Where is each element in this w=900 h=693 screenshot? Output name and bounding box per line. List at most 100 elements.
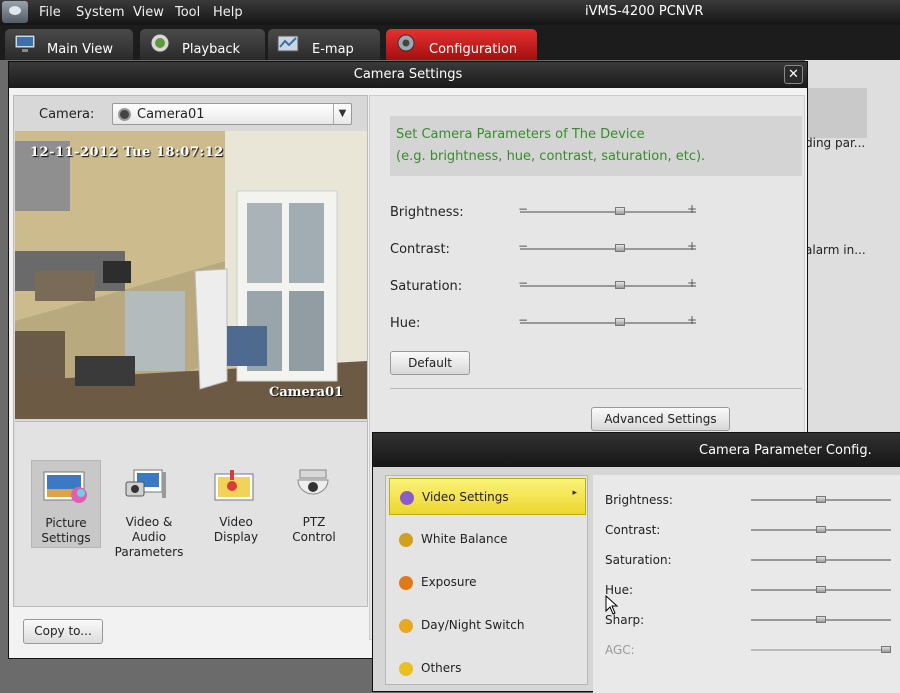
picture-settings-icon bbox=[43, 471, 87, 503]
monitor-icon bbox=[14, 34, 36, 52]
menu-tool[interactable]: Tool bbox=[175, 5, 200, 20]
slider-thumb[interactable] bbox=[816, 616, 826, 623]
tab-label: Configuration bbox=[429, 42, 518, 57]
slider-label: Sharp: bbox=[605, 613, 645, 627]
tab-playback[interactable]: Playback bbox=[140, 29, 265, 60]
slider-thumb[interactable] bbox=[816, 586, 826, 593]
dialog-titlebar: Camera Settings ✕ bbox=[9, 62, 807, 88]
slider-thumb[interactable] bbox=[615, 244, 625, 252]
icon-label: Picture Settings bbox=[41, 516, 91, 545]
app-logo-icon bbox=[2, 1, 28, 23]
icon-label: PTZ Control bbox=[292, 515, 336, 544]
camera-label: Camera: bbox=[39, 107, 95, 122]
hue-slider[interactable] bbox=[520, 322, 696, 324]
menu-item-others[interactable]: Others bbox=[389, 650, 586, 687]
menu-system[interactable]: System bbox=[76, 5, 124, 20]
camera-select-value: Camera01 bbox=[137, 107, 205, 122]
slider-thumb bbox=[881, 646, 891, 653]
slider-label: AGC: bbox=[605, 643, 635, 657]
parameter-sliders-panel: Brightness: Contrast: Saturation: Hue: S… bbox=[593, 475, 900, 693]
background-text: alarm in... bbox=[805, 243, 866, 257]
menu-help[interactable]: Help bbox=[213, 5, 243, 20]
slider-label: Brightness: bbox=[390, 205, 464, 220]
video-camera-name: Camera01 bbox=[269, 385, 344, 400]
slider-label: Contrast: bbox=[390, 242, 450, 257]
menu-item-white-balance[interactable]: White Balance bbox=[389, 521, 586, 558]
icon-label: Video Display bbox=[213, 515, 259, 544]
menu-bar: File System View Tool Help iVMS-4200 PCN… bbox=[0, 0, 900, 25]
slider-thumb[interactable] bbox=[615, 318, 625, 326]
ptz-control-button[interactable]: PTZ Control bbox=[279, 460, 349, 548]
background-text: ding par... bbox=[805, 136, 866, 150]
brightness-slider[interactable] bbox=[520, 211, 696, 213]
tab-label: Playback bbox=[182, 42, 241, 57]
day-night-icon bbox=[399, 619, 413, 633]
video-display-button[interactable]: Video Display bbox=[201, 460, 271, 548]
brightness-row: Brightness: bbox=[605, 489, 900, 511]
video-preview: 12-11-2012 Tue 18:07:12 Camera01 bbox=[15, 131, 367, 419]
menu-item-day-night-switch[interactable]: Day/Night Switch bbox=[389, 607, 586, 644]
tab-bar: Main View Playback E-map Configuration bbox=[0, 25, 900, 60]
divider bbox=[390, 388, 802, 389]
video-audio-icon bbox=[125, 469, 166, 498]
menu-item-label: Others bbox=[421, 661, 462, 675]
playback-icon bbox=[150, 33, 170, 53]
star-icon bbox=[399, 662, 413, 676]
tab-emap[interactable]: E-map bbox=[268, 29, 380, 60]
hue-slider-row: Hue: − + bbox=[390, 313, 790, 333]
slider-label: Brightness: bbox=[605, 493, 673, 507]
gear-icon bbox=[397, 34, 415, 52]
plus-icon[interactable]: + bbox=[687, 202, 697, 216]
copy-to-button[interactable]: Copy to... bbox=[23, 619, 103, 644]
menu-item-video-settings[interactable]: Video Settings ▸ bbox=[389, 478, 586, 515]
video-display-icon bbox=[214, 470, 254, 501]
mouse-cursor-icon bbox=[605, 595, 619, 615]
tab-main-view[interactable]: Main View bbox=[5, 29, 133, 60]
minus-icon[interactable]: − bbox=[518, 313, 528, 327]
slider-label: Hue: bbox=[390, 316, 421, 331]
brightness-slider-row: Brightness: − + bbox=[390, 202, 790, 222]
tab-configuration[interactable]: Configuration bbox=[386, 29, 537, 60]
left-panel: Camera: Camera01 ▼ 12-11-2012 Tue 18:07:… bbox=[13, 95, 368, 607]
slider-label: Saturation: bbox=[390, 279, 463, 294]
saturation-slider-row: Saturation: − + bbox=[390, 276, 790, 296]
menu-view[interactable]: View bbox=[133, 5, 164, 20]
contrast-row: Contrast: bbox=[605, 519, 900, 541]
slider-thumb[interactable] bbox=[816, 496, 826, 503]
parameter-menu: Video Settings ▸ White Balance Exposure … bbox=[385, 475, 588, 685]
contrast-slider[interactable] bbox=[520, 248, 696, 250]
plus-icon[interactable]: + bbox=[687, 276, 697, 290]
sharp-row: Sharp: bbox=[605, 609, 900, 631]
chevron-down-icon[interactable]: ▼ bbox=[333, 104, 351, 124]
dialog-title: Camera Settings bbox=[353, 67, 463, 82]
icon-label: Video & Audio Parameters bbox=[114, 515, 184, 559]
picture-settings-button[interactable]: Picture Settings bbox=[31, 460, 101, 548]
saturation-row: Saturation: bbox=[605, 549, 900, 571]
advanced-settings-button[interactable]: Advanced Settings bbox=[591, 407, 730, 431]
slider-thumb[interactable] bbox=[816, 556, 826, 563]
menu-item-label: White Balance bbox=[421, 532, 508, 546]
minus-icon[interactable]: − bbox=[518, 239, 528, 253]
video-timestamp: 12-11-2012 Tue 18:07:12 bbox=[30, 145, 224, 160]
plus-icon[interactable]: + bbox=[687, 313, 697, 327]
slider-thumb[interactable] bbox=[615, 207, 625, 215]
default-button[interactable]: Default bbox=[390, 351, 470, 375]
plus-icon[interactable]: + bbox=[687, 239, 697, 253]
agc-row: AGC: bbox=[605, 639, 900, 661]
menu-item-exposure[interactable]: Exposure bbox=[389, 564, 586, 601]
saturation-slider[interactable] bbox=[520, 285, 696, 287]
tab-label: Main View bbox=[47, 42, 114, 57]
slider-thumb[interactable] bbox=[615, 281, 625, 289]
video-audio-parameters-button[interactable]: Video & Audio Parameters bbox=[113, 460, 185, 559]
minus-icon[interactable]: − bbox=[518, 276, 528, 290]
camera-parameter-config-dialog: Camera Parameter Config. Video Settings … bbox=[372, 432, 900, 693]
close-button[interactable]: ✕ bbox=[784, 65, 803, 84]
ptz-camera-icon bbox=[297, 469, 329, 495]
slider-thumb[interactable] bbox=[816, 526, 826, 533]
info-box: Set Camera Parameters of The Device (e.g… bbox=[390, 116, 802, 176]
exposure-icon bbox=[399, 576, 413, 590]
minus-icon[interactable]: − bbox=[518, 202, 528, 216]
menu-file[interactable]: File bbox=[39, 5, 61, 20]
camera-select[interactable]: Camera01 ▼ bbox=[112, 103, 352, 125]
app-title: iVMS-4200 PCNVR bbox=[585, 4, 704, 19]
